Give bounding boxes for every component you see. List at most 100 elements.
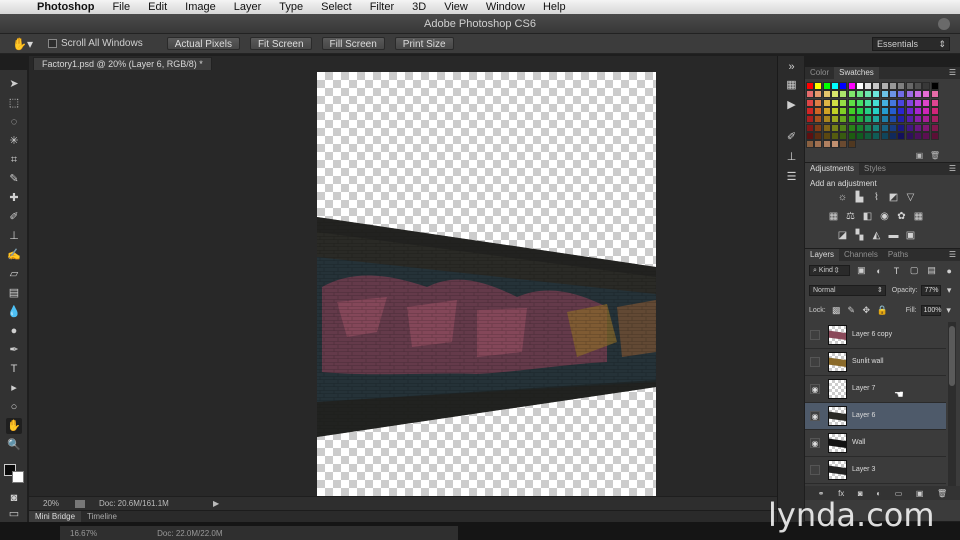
swatch[interactable] [930,98,939,107]
vibrance-icon[interactable]: ▽ [905,192,916,203]
actual-pixels-button[interactable]: Actual Pixels [166,37,240,50]
swatch[interactable] [830,82,839,90]
swatch[interactable] [806,90,814,99]
swatch[interactable] [913,115,922,124]
color-balance-icon[interactable]: ⚖ [845,211,856,222]
swatch[interactable] [889,106,897,115]
history-icon[interactable]: ▦ [784,78,799,93]
swatch[interactable] [897,115,906,124]
blend-mode-select[interactable]: Normal [809,284,886,296]
layer-name[interactable]: Sunlit wall [852,358,884,365]
hand-tool-icon[interactable]: ✋▾ [12,37,34,51]
swatch[interactable] [922,131,931,140]
swatch[interactable] [922,98,931,107]
exposure-icon[interactable]: ◩ [888,192,899,203]
eye-icon[interactable]: ◉ [810,438,820,448]
swatch[interactable] [913,98,922,107]
path-selection-tool-icon[interactable]: ▸ [6,380,22,396]
swatch[interactable] [922,90,931,99]
menu-edit[interactable]: Edit [139,1,176,13]
layer-name[interactable]: Layer 3 [852,466,875,473]
menu-help[interactable]: Help [534,1,575,13]
swatch[interactable] [814,106,823,115]
eye-icon[interactable]: ◉ [810,411,820,421]
swatch[interactable] [864,82,873,90]
zoom-tool-icon[interactable]: 🔍 [6,437,22,453]
swatch[interactable] [855,82,864,90]
background-color-swatch[interactable] [12,471,24,483]
selective-color-icon[interactable]: ▣ [905,230,916,241]
threshold-icon[interactable]: ◭ [871,230,882,241]
swatch[interactable] [880,82,889,90]
menu-layer[interactable]: Layer [225,1,271,13]
menu-filter[interactable]: Filter [361,1,403,13]
lock-transparent-icon[interactable]: ▩ [832,305,841,316]
swatch[interactable] [822,115,831,124]
visibility-toggle[interactable]: ◉ [810,330,820,340]
swatch[interactable] [872,123,881,132]
swatch[interactable] [905,90,914,99]
canvas-area[interactable] [29,70,777,496]
document-tab[interactable]: Factory1.psd @ 20% (Layer 6, RGB/8) * [33,57,212,70]
swatch[interactable] [830,98,839,107]
swatch[interactable] [864,131,873,140]
swatch[interactable] [889,98,897,107]
swatch[interactable] [872,106,881,115]
tab-color[interactable]: Color [805,67,834,79]
swatch[interactable] [822,82,831,90]
swatch[interactable] [864,98,873,107]
swatch[interactable] [905,131,914,140]
layer-name[interactable]: Layer 6 copy [852,331,892,338]
swatch[interactable] [880,131,889,140]
menu-app-name[interactable]: Photoshop [28,1,103,13]
swatch[interactable] [847,90,856,99]
swatch[interactable] [839,98,848,107]
swatch[interactable] [922,106,931,115]
swatch[interactable] [822,90,831,99]
quick-selection-tool-icon[interactable]: ✳ [6,133,22,149]
layer-row[interactable]: ◉ Wall [805,430,946,457]
swatch[interactable] [897,90,906,99]
menu-view[interactable]: View [435,1,477,13]
swatch[interactable] [880,123,889,132]
clone-source-icon[interactable]: ⊥ [784,150,799,165]
swatch[interactable] [930,131,939,140]
swatch[interactable] [855,90,864,99]
history-brush-tool-icon[interactable]: ✍ [6,247,22,263]
levels-icon[interactable]: ▙ [854,192,865,203]
swatch[interactable] [806,98,814,107]
visibility-toggle[interactable]: ◉ [810,357,820,367]
menu-type[interactable]: Type [270,1,312,13]
swatch[interactable] [830,106,839,115]
swatch[interactable] [905,82,914,90]
swatch[interactable] [855,123,864,132]
fill-screen-button[interactable]: Fill Screen [321,37,385,50]
swatch[interactable] [830,140,839,149]
fit-screen-button[interactable]: Fit Screen [249,37,312,50]
fill-input[interactable]: 100% [920,304,942,316]
swatch[interactable] [897,123,906,132]
swatch[interactable] [839,106,848,115]
swatch[interactable] [922,123,931,132]
swatch[interactable] [913,106,922,115]
gradient-map-icon[interactable]: ▬ [888,230,899,241]
swatch[interactable] [830,131,839,140]
filter-toggle-icon[interactable]: ● [943,266,955,276]
hue-saturation-icon[interactable]: ▦ [828,211,839,222]
swatch[interactable] [839,140,848,149]
swatch[interactable] [913,82,922,90]
layer-name[interactable]: Wall [852,439,865,446]
swatch[interactable] [855,106,864,115]
move-tool-icon[interactable]: ➤ [6,76,22,92]
swatch[interactable] [806,140,814,149]
swatch[interactable] [872,82,881,90]
swatch[interactable] [905,115,914,124]
swatch[interactable] [822,140,831,149]
brightness-icon[interactable]: ☼ [837,192,848,203]
swatch[interactable] [930,82,939,90]
swatch[interactable] [822,123,831,132]
swatch[interactable] [830,123,839,132]
workspace-select[interactable]: Essentials [872,37,950,51]
swatch[interactable] [847,131,856,140]
swatch[interactable] [930,106,939,115]
